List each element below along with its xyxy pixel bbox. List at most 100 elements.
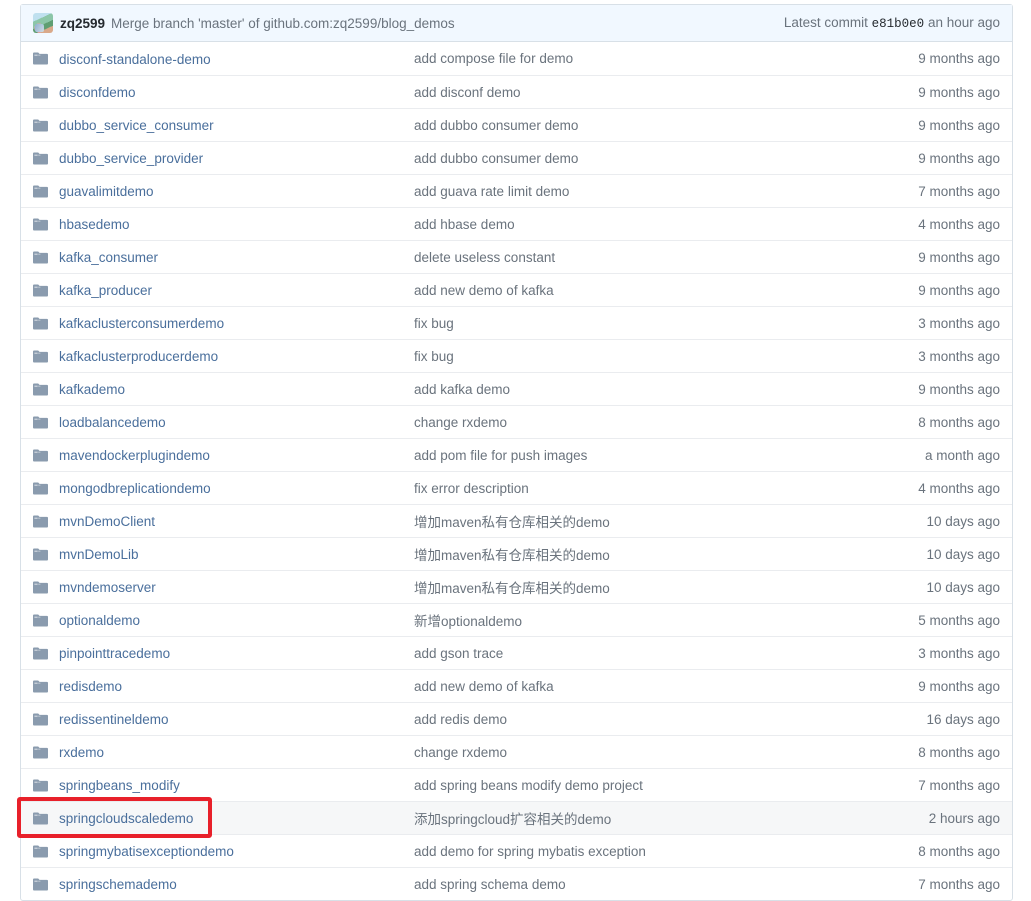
- folder-icon: [33, 416, 48, 428]
- file-commit-age: 9 months ago: [918, 381, 1000, 397]
- table-row[interactable]: springmybatisexceptiondemo add demo for s…: [21, 834, 1012, 867]
- file-name-link[interactable]: mvndemoserver: [59, 580, 156, 595]
- file-commit-message[interactable]: 新增optionaldemo: [414, 610, 870, 630]
- file-type-icon-cell: [33, 86, 59, 99]
- file-commit-age: 10 days ago: [926, 546, 1000, 562]
- file-name-cell: kafka_producer: [59, 282, 414, 298]
- file-commit-message[interactable]: add spring schema demo: [414, 877, 870, 892]
- file-name-link[interactable]: loadbalancedemo: [59, 415, 166, 430]
- table-row[interactable]: disconf-standalone-demo add compose file …: [21, 42, 1012, 75]
- file-commit-message[interactable]: 增加maven私有仓库相关的demo: [414, 511, 870, 531]
- table-row[interactable]: springschemademo add spring schema demo 7 …: [21, 867, 1012, 900]
- table-row[interactable]: springcloudscaledemo 添加springcloud扩容相关的de…: [21, 801, 1012, 834]
- file-commit-message[interactable]: add dubbo consumer demo: [414, 118, 870, 133]
- commit-sha[interactable]: e81b0e0: [872, 17, 925, 31]
- file-commit-message[interactable]: add new demo of kafka: [414, 283, 870, 298]
- table-row[interactable]: mvnDemoLib 增加maven私有仓库相关的demo 10 days ago: [21, 537, 1012, 570]
- file-commit-message[interactable]: add new demo of kafka: [414, 679, 870, 694]
- file-commit-message[interactable]: add pom file for push images: [414, 448, 870, 463]
- file-commit-message[interactable]: add compose file for demo: [414, 51, 870, 66]
- table-row[interactable]: hbasedemo add hbase demo 4 months ago: [21, 207, 1012, 240]
- file-commit-message[interactable]: add demo for spring mybatis exception: [414, 844, 870, 859]
- file-name-link[interactable]: optionaldemo: [59, 613, 140, 628]
- file-commit-message[interactable]: add gson trace: [414, 646, 870, 661]
- folder-icon: [33, 581, 48, 593]
- file-commit-message[interactable]: 添加springcloud扩容相关的demo: [414, 808, 870, 828]
- file-name-link[interactable]: mvnDemoClient: [59, 514, 155, 529]
- file-commit-message[interactable]: add guava rate limit demo: [414, 184, 870, 199]
- file-commit-message[interactable]: fix bug: [414, 349, 870, 364]
- file-name-link[interactable]: guavalimitdemo: [59, 184, 154, 199]
- file-name-link[interactable]: hbasedemo: [59, 217, 130, 232]
- folder-icon: [33, 647, 48, 659]
- file-name-link[interactable]: pinpointtracedemo: [59, 646, 170, 661]
- folder-icon: [33, 878, 48, 890]
- table-row[interactable]: kafkaclusterproducerdemo fix bug 3 months …: [21, 339, 1012, 372]
- file-name-cell: springcloudscaledemo: [59, 810, 414, 826]
- file-commit-message[interactable]: change rxdemo: [414, 745, 870, 760]
- table-row[interactable]: disconfdemo add disconf demo 9 months ago: [21, 75, 1012, 108]
- table-row[interactable]: mvnDemoClient 增加maven私有仓库相关的demo 10 days a…: [21, 504, 1012, 537]
- file-name-link[interactable]: springbeans_modify: [59, 778, 180, 793]
- file-name-cell: kafkaclusterconsumerdemo: [59, 315, 414, 331]
- folder-icon: [33, 52, 48, 65]
- file-commit-message[interactable]: add spring beans modify demo project: [414, 778, 870, 793]
- file-commit-message[interactable]: change rxdemo: [414, 415, 870, 430]
- table-row[interactable]: optionaldemo 新增optionaldemo 5 months ago: [21, 603, 1012, 636]
- table-row[interactable]: dubbo_service_provider add dubbo consumer…: [21, 141, 1012, 174]
- file-name-link[interactable]: redisdemo: [59, 679, 122, 694]
- table-row[interactable]: kafkademo add kafka demo 9 months ago: [21, 372, 1012, 405]
- file-name-link[interactable]: kafka_producer: [59, 283, 152, 298]
- table-row[interactable]: kafkaclusterconsumerdemo fix bug 3 months …: [21, 306, 1012, 339]
- file-commit-message[interactable]: add kafka demo: [414, 382, 870, 397]
- file-commit-message[interactable]: fix bug: [414, 316, 870, 331]
- table-row[interactable]: springbeans_modify add spring beans modif…: [21, 768, 1012, 801]
- file-commit-message[interactable]: delete useless constant: [414, 250, 870, 265]
- table-row[interactable]: dubbo_service_consumer add dubbo consumer…: [21, 108, 1012, 141]
- file-name-cell: mvnDemoLib: [59, 546, 414, 562]
- file-name-link[interactable]: springcloudscaledemo: [59, 811, 193, 826]
- file-commit-message[interactable]: 增加maven私有仓库相关的demo: [414, 577, 870, 597]
- file-commit-message[interactable]: 增加maven私有仓库相关的demo: [414, 544, 870, 564]
- file-type-icon-cell: [33, 52, 59, 65]
- table-row[interactable]: pinpointtracedemo add gson trace 3 months …: [21, 636, 1012, 669]
- file-commit-message[interactable]: add disconf demo: [414, 85, 870, 100]
- file-name-link[interactable]: kafkaclusterproducerdemo: [59, 349, 218, 364]
- file-name-link[interactable]: redissentineldemo: [59, 712, 169, 727]
- file-type-icon-cell: [33, 746, 59, 759]
- file-name-link[interactable]: springmybatisexceptiondemo: [59, 844, 234, 859]
- file-name-link[interactable]: kafka_consumer: [59, 250, 158, 265]
- file-name-link[interactable]: springschemademo: [59, 877, 177, 892]
- table-row[interactable]: redissentineldemo add redis demo 16 days a…: [21, 702, 1012, 735]
- table-row[interactable]: redisdemo add new demo of kafka 9 months a…: [21, 669, 1012, 702]
- file-name-link[interactable]: kafkaclusterconsumerdemo: [59, 316, 224, 331]
- table-row[interactable]: mongodbreplicationdemo fix error descript…: [21, 471, 1012, 504]
- file-name-link[interactable]: mvnDemoLib: [59, 547, 139, 562]
- file-type-icon-cell: [33, 152, 59, 165]
- file-name-link[interactable]: dubbo_service_provider: [59, 151, 203, 166]
- table-row[interactable]: mvndemoserver 增加maven私有仓库相关的demo 10 days a…: [21, 570, 1012, 603]
- file-name-link[interactable]: rxdemo: [59, 745, 104, 760]
- file-name-link[interactable]: mongodbreplicationdemo: [59, 481, 211, 496]
- table-row[interactable]: mavendockerplugindemo add pom file for pu…: [21, 438, 1012, 471]
- file-type-icon-cell: [33, 317, 59, 330]
- file-commit-message[interactable]: fix error description: [414, 481, 870, 496]
- folder-icon: [33, 251, 48, 263]
- commit-author[interactable]: zq2599: [60, 16, 105, 31]
- file-commit-message[interactable]: add dubbo consumer demo: [414, 151, 870, 166]
- file-commit-message[interactable]: add redis demo: [414, 712, 870, 727]
- file-type-icon-cell: [33, 185, 59, 198]
- file-commit-message[interactable]: add hbase demo: [414, 217, 870, 232]
- file-name-link[interactable]: dubbo_service_consumer: [59, 118, 214, 133]
- file-name-link[interactable]: disconf-standalone-demo: [59, 52, 211, 67]
- commit-message[interactable]: Merge branch 'master' of github.com:zq25…: [111, 16, 768, 31]
- file-name-link[interactable]: kafkademo: [59, 382, 125, 397]
- table-row[interactable]: loadbalancedemo change rxdemo 8 months ago: [21, 405, 1012, 438]
- file-name-link[interactable]: mavendockerplugindemo: [59, 448, 210, 463]
- table-row[interactable]: kafka_consumer delete useless constant 9 m…: [21, 240, 1012, 273]
- file-type-icon-cell: [33, 218, 59, 231]
- table-row[interactable]: rxdemo change rxdemo 8 months ago: [21, 735, 1012, 768]
- table-row[interactable]: kafka_producer add new demo of kafka 9 mon…: [21, 273, 1012, 306]
- file-name-link[interactable]: disconfdemo: [59, 85, 136, 100]
- table-row[interactable]: guavalimitdemo add guava rate limit demo 7…: [21, 174, 1012, 207]
